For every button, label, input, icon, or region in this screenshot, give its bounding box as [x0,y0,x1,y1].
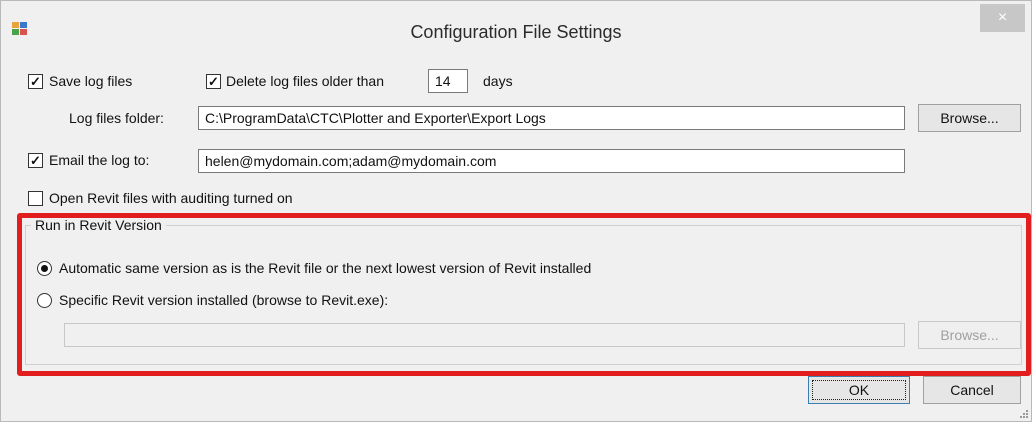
ok-button[interactable]: OK [808,376,910,404]
resize-grip-icon[interactable] [1018,408,1028,418]
close-icon: × [997,9,1008,26]
days-label: days [483,73,513,89]
delete-logs-label: Delete log files older than [226,73,384,89]
log-folder-browse-button[interactable]: Browse... [918,104,1021,132]
email-log-label: Email the log to: [49,152,150,168]
focus-rectangle [812,380,906,400]
window-title: Configuration File Settings [410,22,622,42]
checkmark-icon: ✓ [30,153,41,168]
highlight-box [17,213,1031,376]
save-log-files-checkbox[interactable]: ✓ [28,74,43,89]
configuration-dialog: Configuration File Settings × ✓ Save log… [0,0,1032,422]
email-input[interactable]: helen@mydomain.com;adam@mydomain.com [198,149,905,173]
cancel-button[interactable]: Cancel [923,376,1021,404]
save-log-files-label: Save log files [49,73,133,89]
delete-logs-checkbox[interactable]: ✓ [206,74,221,89]
auditing-label: Open Revit files with auditing turned on [49,190,293,206]
log-folder-label: Log files folder: [69,110,164,126]
log-folder-input[interactable]: C:\ProgramData\CTC\Plotter and Exporter\… [198,106,905,130]
checkmark-icon: ✓ [30,74,41,89]
auditing-checkbox[interactable] [28,191,43,206]
title-bar[interactable]: Configuration File Settings × [1,1,1031,57]
email-log-checkbox[interactable]: ✓ [28,153,43,168]
days-input[interactable]: 14 [428,69,468,93]
close-button[interactable]: × [980,4,1025,32]
checkmark-icon: ✓ [208,74,219,89]
